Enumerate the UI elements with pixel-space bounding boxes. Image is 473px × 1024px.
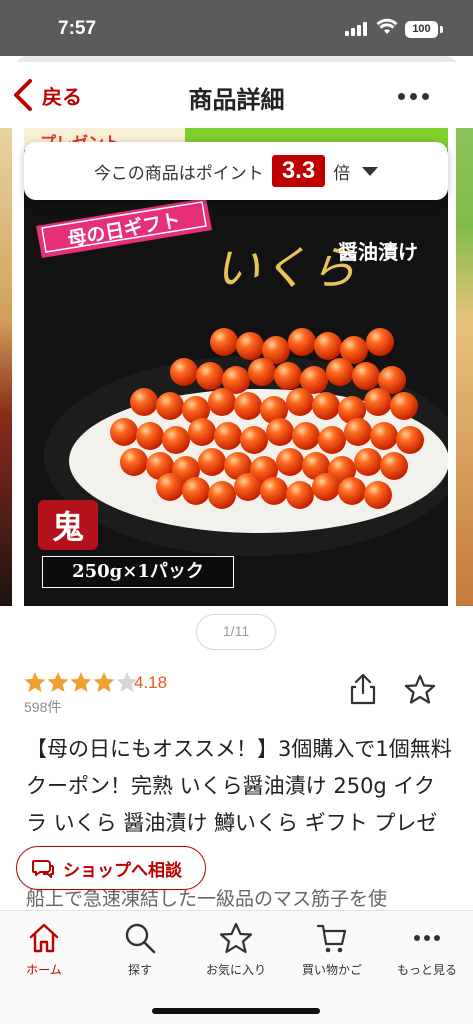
tab-label: もっと見る: [396, 963, 457, 977]
review-count[interactable]: 598件: [24, 697, 61, 717]
ikura-egg: [396, 426, 424, 454]
point-suffix: 倍: [333, 163, 351, 184]
ikura-egg: [208, 388, 236, 416]
chat-icon: [32, 860, 54, 878]
ikura-egg: [198, 448, 226, 476]
ikura-egg: [188, 418, 216, 446]
search-icon: [125, 923, 156, 954]
ikura-egg: [210, 328, 238, 356]
star-filled-icon: [24, 672, 46, 692]
star-icon: [219, 922, 253, 954]
battery-icon: 100: [405, 21, 438, 38]
star-filled-icon: [70, 672, 92, 692]
ikura-egg: [312, 473, 340, 501]
tab-label: ホーム: [26, 963, 62, 977]
consult-label: ショップへ相談: [63, 860, 182, 881]
status-time: 7:57: [58, 18, 97, 39]
dot-icon: [422, 92, 429, 100]
ikura-egg: [292, 422, 320, 450]
ikura-egg: [276, 448, 304, 476]
dot-icon: [410, 92, 417, 100]
ikura-egg: [338, 477, 366, 505]
ikura-egg: [274, 362, 302, 390]
gift-ribbon: 母の日ギフト: [36, 198, 212, 258]
next-image-peek: [456, 128, 473, 606]
ikura-egg: [170, 358, 198, 386]
bottom-tab-bar: ホーム 探す お気に入り 買い物かご もっと見る: [0, 910, 473, 1024]
brand-seal: 鬼: [38, 500, 98, 550]
tab-cart[interactable]: 買い物かご: [285, 921, 379, 978]
ikura-egg: [380, 452, 408, 480]
weight-label: 250g×1パック: [42, 556, 234, 588]
ikura-egg: [156, 473, 184, 501]
ikura-egg: [344, 418, 372, 446]
phone-screen: 7:57 100 戻る 商品詳細 プレゼント: [0, 0, 473, 1024]
ikura-egg: [364, 388, 392, 416]
more-icon: [414, 935, 440, 941]
ikura-egg: [130, 388, 158, 416]
tab-more[interactable]: もっと見る: [380, 921, 473, 978]
rating-value: 4.18: [134, 673, 168, 692]
tab-home[interactable]: ホーム: [0, 921, 91, 978]
ikura-egg: [182, 477, 210, 505]
prev-image-peek: [0, 128, 12, 606]
ikura-egg: [370, 422, 398, 450]
ikura-egg: [240, 426, 268, 454]
ikura-egg: [354, 448, 382, 476]
wifi-icon: [376, 18, 398, 34]
more-options-button[interactable]: [398, 86, 434, 106]
cart-icon: [316, 924, 347, 953]
image-pager: 1/11: [196, 614, 276, 650]
ikura-egg: [288, 328, 316, 356]
dot-icon: [398, 92, 405, 100]
rating-stars: [24, 671, 138, 693]
ikura-egg: [286, 481, 314, 509]
ikura-egg: [234, 392, 262, 420]
tab-label: 探す: [127, 963, 152, 977]
ikura-egg: [234, 473, 262, 501]
ikura-egg: [364, 481, 392, 509]
ikura-egg: [156, 392, 184, 420]
ikura-egg: [318, 426, 346, 454]
ikura-egg: [196, 362, 224, 390]
ikura-egg: [352, 362, 380, 390]
point-prefix: 今この商品はポイント: [93, 163, 264, 184]
share-icon[interactable]: [348, 672, 378, 706]
point-multiplier: 3.3: [271, 155, 326, 187]
tab-favorites[interactable]: お気に入り: [189, 921, 283, 978]
product-sub-text: 醤油漬け: [338, 240, 418, 264]
star-filled-icon: [47, 672, 69, 692]
point-multiplier-card[interactable]: 今この商品はポイント 3.3 倍: [24, 142, 448, 200]
status-bar: 7:57 100: [0, 0, 473, 56]
ikura-egg: [266, 418, 294, 446]
ikura-egg: [214, 422, 242, 450]
nav-header: 戻る 商品詳細: [0, 62, 473, 128]
ikura-egg: [236, 332, 264, 360]
ikura-egg: [110, 418, 138, 446]
tab-search[interactable]: 探す: [93, 921, 187, 978]
ikura-egg: [248, 358, 276, 386]
ikura-egg: [390, 392, 418, 420]
favorite-star-icon[interactable]: [404, 674, 436, 704]
star-filled-icon: [93, 672, 115, 692]
tab-label: お気に入り: [205, 963, 266, 977]
home-indicator: [152, 1008, 320, 1014]
ikura-egg: [286, 388, 314, 416]
battery-tip: [440, 26, 443, 33]
ikura-egg: [120, 448, 148, 476]
signal-icon: [345, 22, 367, 36]
ikura-egg: [162, 426, 190, 454]
ikura-egg: [326, 358, 354, 386]
home-icon: [29, 923, 59, 953]
dropdown-triangle-icon: [362, 166, 379, 176]
ikura-egg: [136, 422, 164, 450]
ikura-egg: [312, 392, 340, 420]
ikura-egg: [208, 481, 236, 509]
tab-label: 買い物かご: [301, 963, 362, 977]
seal-text: 鬼: [52, 508, 84, 546]
consult-shop-button[interactable]: ショップへ相談: [16, 846, 206, 890]
ikura-egg: [366, 328, 394, 356]
ikura-egg: [314, 332, 342, 360]
ikura-egg: [260, 477, 288, 505]
